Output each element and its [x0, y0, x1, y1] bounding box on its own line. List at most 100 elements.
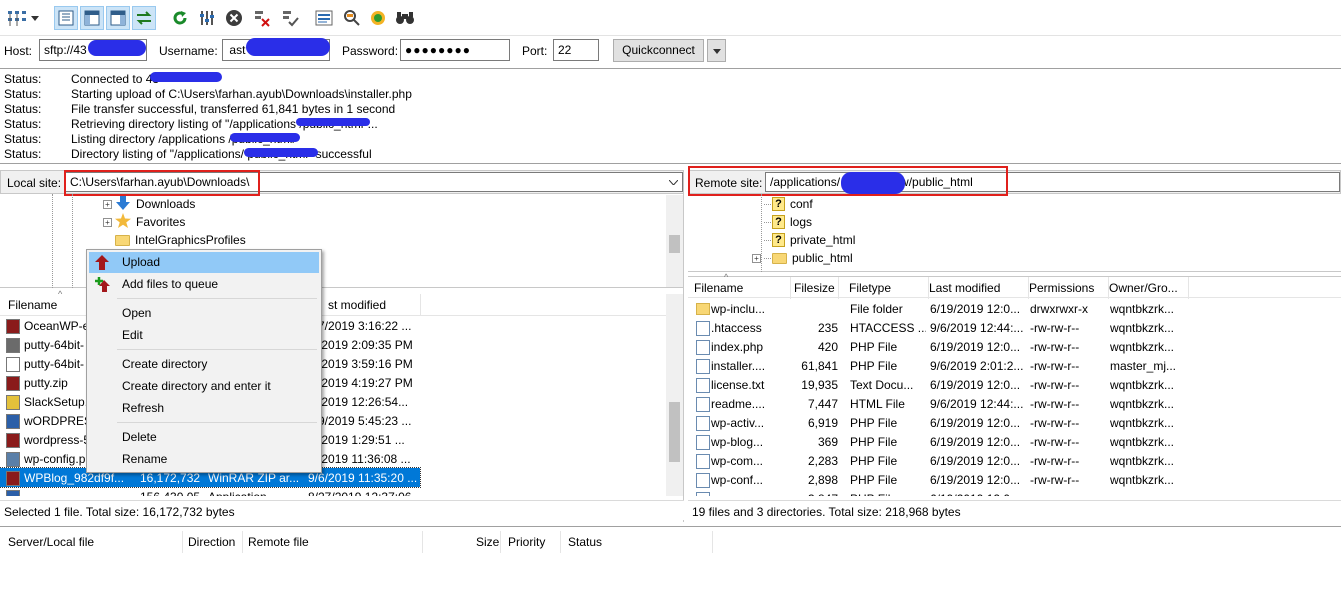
disconnect-icon[interactable]	[250, 6, 274, 30]
toggle-remote-tree-icon[interactable]	[106, 6, 130, 30]
tree-item[interactable]: +?conf	[752, 195, 813, 213]
menu-item-open[interactable]: Open	[89, 303, 319, 324]
tree-item[interactable]: + public_html	[752, 249, 853, 267]
cell-name: wp-blog...	[711, 435, 764, 449]
quickconnect-button[interactable]: Quickconnect	[613, 39, 704, 62]
cell-type: Application	[208, 490, 298, 496]
table-row[interactable]: wp-activ... 6,919 PHP File 6/19/2019 12:0..…	[688, 413, 1188, 432]
menu-item-add-to-queue[interactable]: Add files to queue	[89, 274, 319, 295]
menu-item-refresh[interactable]: Refresh	[89, 398, 319, 419]
file-icon	[696, 321, 710, 336]
filter-icon[interactable]	[312, 6, 336, 30]
cell-modified: /7/2019 1:29:51 ...	[308, 433, 405, 447]
refresh-icon[interactable]	[168, 6, 192, 30]
column-separator	[242, 531, 243, 553]
table-row[interactable]: index.php 420 PHP File 6/19/2019 12:0... -rw…	[688, 337, 1188, 356]
tree-item[interactable]: + Favorites	[103, 213, 185, 231]
column-direction[interactable]: Direction	[188, 535, 235, 549]
table-row[interactable]: license.txt 19,935 Text Docu... 6/19/2019 1…	[688, 375, 1188, 394]
context-menu: Upload Add files to queue Open Edit Crea…	[86, 249, 322, 473]
table-row[interactable]: .htaccess 235 HTACCESS ... 9/6/2019 12:44:.…	[688, 318, 1188, 337]
menu-item-upload[interactable]: Upload	[89, 252, 319, 273]
cell-owner: wqntbkzrk...	[1110, 321, 1175, 335]
sync-browse-icon[interactable]	[366, 6, 390, 30]
host-label: Host:	[4, 44, 33, 58]
port-input[interactable]: 22	[553, 39, 599, 61]
column-server-local-file[interactable]: Server/Local file	[8, 535, 94, 549]
tree-item-label: logs	[790, 215, 813, 229]
queue-header: Server/Local file Direction Remote file Siz…	[0, 531, 713, 553]
tree-item-label: conf	[790, 197, 813, 211]
message-log: Status: Connected to 43 Status: Starting up…	[0, 68, 1341, 164]
column-separator	[838, 277, 839, 299]
table-row[interactable]: wp-blog... 369 PHP File 6/19/2019 12:0... -r…	[688, 432, 1188, 451]
column-filetype[interactable]: Filetype	[849, 281, 891, 295]
log-status-label: Status:	[4, 147, 42, 161]
tree-guide-line	[72, 194, 73, 288]
remote-tree: +?conf+?logs+?private_html+public_html	[688, 194, 1341, 272]
site-manager-icon[interactable]	[5, 6, 29, 30]
column-priority[interactable]: Priority	[508, 535, 545, 549]
cell-perm: drwxrwxr-x	[1030, 302, 1088, 316]
cell-perm: -rw-rw-r--	[1030, 454, 1080, 468]
menu-item-edit[interactable]: Edit	[89, 325, 319, 346]
table-row[interactable]: 3,847 PHP File 6/19/2019 12:0	[688, 489, 1188, 496]
file-icon	[696, 359, 710, 374]
expand-icon[interactable]: +	[752, 253, 761, 263]
cell-modified: 9/6/2019 12:44:...	[930, 397, 1024, 411]
password-input[interactable]: ●●●●●●●●	[400, 39, 510, 61]
redaction-scribble	[244, 148, 318, 157]
column-owner-group[interactable]: Owner/Gro...	[1109, 281, 1178, 295]
menu-item-rename[interactable]: Rename	[89, 449, 319, 470]
column-remote-file[interactable]: Remote file	[248, 535, 309, 549]
column-filename[interactable]: Filename	[8, 298, 57, 312]
tree-item[interactable]: +?private_html	[752, 231, 855, 249]
tree-item[interactable]: +?logs	[752, 213, 812, 231]
dropdown-arrow-icon[interactable]	[28, 6, 42, 30]
column-filesize[interactable]: Filesize	[794, 281, 835, 295]
tree-item[interactable]: + Downloads	[103, 195, 195, 213]
toggle-local-tree-icon[interactable]	[80, 6, 104, 30]
folder-icon	[772, 252, 787, 264]
expand-icon[interactable]: +	[103, 199, 112, 209]
column-status[interactable]: Status	[568, 535, 602, 549]
menu-item-create-directory[interactable]: Create directory	[89, 354, 319, 375]
table-row[interactable]: installer.... 61,841 PHP File 9/6/2019 2:01…	[688, 356, 1188, 375]
reconnect-icon[interactable]	[278, 6, 302, 30]
process-queue-icon[interactable]	[195, 6, 219, 30]
table-row[interactable]: readme.... 7,447 HTML File 9/6/2019 12:44:.…	[688, 394, 1188, 413]
column-last-modified[interactable]: st modified	[328, 298, 386, 312]
redaction-scribble	[841, 172, 905, 194]
download-icon	[115, 195, 131, 213]
tree-item[interactable]: +IntelGraphicsProfiles	[103, 231, 246, 249]
column-filename[interactable]: Filename	[694, 281, 743, 295]
table-row[interactable]: wp-inclu... File folder 6/19/2019 12:0... d…	[688, 299, 1188, 318]
table-row[interactable]: wp-conf... 2,898 PHP File 6/19/2019 12:0...…	[688, 470, 1188, 489]
log-status-label: Status:	[4, 132, 42, 146]
local-tree-scrollbar[interactable]	[666, 195, 683, 287]
chevron-down-icon[interactable]	[669, 180, 678, 185]
find-files-icon[interactable]	[393, 6, 417, 30]
compare-icon[interactable]	[340, 6, 364, 30]
menu-item-delete[interactable]: Delete	[89, 427, 319, 448]
expand-icon[interactable]: +	[103, 217, 112, 227]
toggle-log-icon[interactable]	[54, 6, 78, 30]
cell-type: HTACCESS ...	[850, 321, 926, 335]
file-icon	[696, 378, 710, 393]
local-list-scrollbar[interactable]	[666, 294, 683, 496]
sort-caret-icon: ^	[724, 272, 729, 282]
column-size[interactable]: Size	[476, 535, 499, 549]
cancel-icon[interactable]	[222, 6, 246, 30]
table-row[interactable]: wp-com... 2,283 PHP File 6/19/2019 12:0... -…	[688, 451, 1188, 470]
cell-modified: 9/6/2019 2:01:2...	[930, 359, 1024, 373]
table-row[interactable]: 156,430,056 Application 8/27/2019 12:37:06	[0, 487, 420, 496]
transfer-queue: Server/Local file Direction Remote file Siz…	[0, 526, 1341, 615]
quickconnect-history-button[interactable]	[707, 39, 726, 62]
menu-item-create-directory-enter[interactable]: Create directory and enter it	[89, 376, 319, 397]
cell-perm: -rw-rw-r--	[1030, 340, 1080, 354]
transfer-queue-icon[interactable]	[132, 6, 156, 30]
column-last-modified[interactable]: Last modified	[929, 281, 1000, 295]
column-permissions[interactable]: Permissions	[1029, 281, 1094, 295]
redaction-scribble	[296, 118, 370, 126]
file-icon	[6, 414, 20, 429]
